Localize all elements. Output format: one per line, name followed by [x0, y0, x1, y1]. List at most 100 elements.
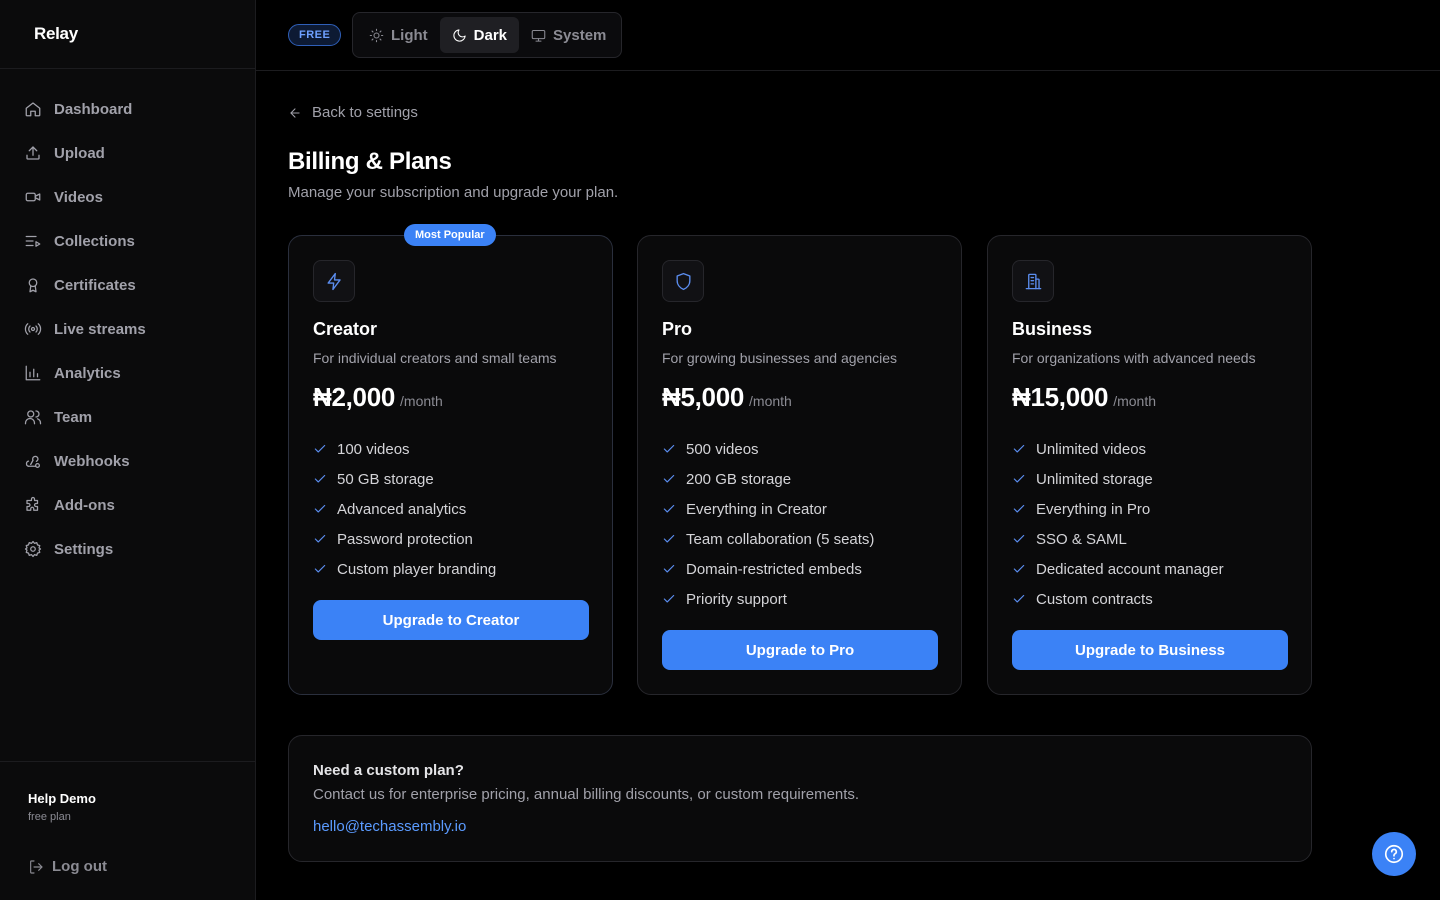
- feature-item: Everything in Pro: [1012, 494, 1224, 524]
- home-icon: [24, 100, 42, 118]
- feature-item: SSO & SAML: [1012, 524, 1224, 554]
- sidebar-item-label: Settings: [54, 540, 114, 558]
- sidebar-item-upload[interactable]: Upload: [0, 131, 255, 175]
- puzzle-icon: [24, 496, 42, 514]
- feature-label: 100 videos: [337, 440, 410, 458]
- check-icon: [314, 444, 326, 453]
- sidebar-item-label: Analytics: [54, 364, 121, 382]
- sidebar-item-collections[interactable]: Collections: [0, 219, 255, 263]
- price-value: ₦5,000: [662, 382, 745, 412]
- custom-plan-text: Contact us for enterprise pricing, annua…: [313, 786, 860, 803]
- logout-icon: [30, 859, 43, 874]
- sidebar-item-certificates[interactable]: Certificates: [0, 263, 255, 307]
- contact-email-link[interactable]: hello@techassembly.io: [313, 818, 466, 835]
- topbar: FREE Light Dark System: [256, 0, 1440, 71]
- feature-label: Advanced analytics: [337, 500, 467, 518]
- sidebar-item-label: Add-ons: [54, 496, 115, 514]
- feature-label: 200 GB storage: [686, 470, 792, 488]
- brand-logo[interactable]: Relay: [34, 24, 78, 44]
- feature-item: 50 GB storage: [313, 464, 496, 494]
- sidebar-item-label: Collections: [54, 232, 135, 250]
- plan-badge: FREE: [288, 24, 342, 46]
- sidebar-item-add-ons[interactable]: Add-ons: [0, 483, 255, 527]
- sidebar-item-settings[interactable]: Settings: [0, 527, 255, 571]
- upgrade-pro-button[interactable]: Upgrade to Pro: [662, 630, 938, 670]
- theme-dark-button[interactable]: Dark: [439, 17, 520, 53]
- sidebar-item-live-streams[interactable]: Live streams: [0, 307, 255, 351]
- feature-item: Priority support: [662, 584, 874, 614]
- feature-label: 500 videos: [686, 440, 759, 458]
- plan-name: Pro: [662, 319, 693, 339]
- feature-label: Dedicated account manager: [1036, 560, 1224, 578]
- upload-icon: [24, 144, 42, 162]
- feature-label: Unlimited storage: [1036, 470, 1153, 488]
- sidebar-item-webhooks[interactable]: Webhooks: [0, 439, 255, 483]
- plan-description: For individual creators and small teams: [313, 350, 557, 366]
- feature-item: 200 GB storage: [662, 464, 874, 494]
- plan-price: ₦15,000 /month: [1012, 382, 1156, 413]
- theme-dark-label: Dark: [473, 26, 508, 44]
- page-title: Billing & Plans: [288, 148, 452, 175]
- shield-icon: [662, 260, 704, 302]
- sidebar-item-analytics[interactable]: Analytics: [0, 351, 255, 395]
- help-button[interactable]: [1372, 832, 1416, 876]
- feature-label: Password protection: [337, 530, 473, 548]
- sidebar-item-label: Upload: [54, 144, 105, 162]
- check-icon: [663, 594, 675, 603]
- feature-label: Custom player branding: [337, 560, 497, 578]
- feature-item: Custom player branding: [313, 554, 496, 584]
- feature-item: Unlimited videos: [1012, 434, 1224, 464]
- award-icon: [24, 276, 42, 294]
- most-popular-badge: Most Popular: [404, 224, 496, 246]
- feature-list: 100 videos 50 GB storage Advanced analyt…: [313, 434, 496, 584]
- sidebar-item-team[interactable]: Team: [0, 395, 255, 439]
- feature-item: Password protection: [313, 524, 496, 554]
- feature-item: Custom contracts: [1012, 584, 1224, 614]
- feature-label: Domain-restricted embeds: [686, 560, 862, 578]
- help-icon: [1384, 844, 1404, 864]
- plan-description: For organizations with advanced needs: [1012, 350, 1256, 366]
- sidebar-item-label: Videos: [54, 188, 103, 206]
- sidebar-footer: Help Demo free plan Log out: [0, 761, 255, 875]
- upgrade-creator-button[interactable]: Upgrade to Creator: [313, 600, 589, 640]
- plan-name: Business: [1012, 319, 1093, 339]
- sidebar-item-dashboard[interactable]: Dashboard: [0, 87, 255, 131]
- check-icon: [663, 474, 675, 483]
- plan-name: Creator: [313, 319, 378, 339]
- sidebar-item-label: Dashboard: [54, 100, 133, 118]
- feature-item: Team collaboration (5 seats): [662, 524, 874, 554]
- moon-icon: [453, 28, 466, 42]
- plan-price: ₦2,000 /month: [313, 382, 443, 413]
- sidebar-item-videos[interactable]: Videos: [0, 175, 255, 219]
- sidebar-nav: Dashboard Upload Videos Collections Cert…: [0, 69, 255, 571]
- check-icon: [1013, 534, 1025, 543]
- sidebar-item-label: Live streams: [54, 320, 146, 338]
- logout-label: Log out: [52, 858, 107, 875]
- price-period: /month: [749, 393, 792, 409]
- feature-label: Unlimited videos: [1036, 440, 1147, 458]
- price-period: /month: [1113, 393, 1157, 409]
- price-value: ₦15,000: [1012, 382, 1109, 412]
- arrow-left-icon: [290, 107, 300, 118]
- theme-light-button[interactable]: Light: [357, 17, 440, 53]
- feature-label: SSO & SAML: [1036, 530, 1127, 548]
- brand[interactable]: Relay: [0, 0, 255, 69]
- check-icon: [1013, 564, 1025, 573]
- check-icon: [1013, 594, 1025, 603]
- upgrade-business-button[interactable]: Upgrade to Business: [1012, 630, 1288, 670]
- check-icon: [1013, 474, 1025, 483]
- plan-description: For growing businesses and agencies: [662, 350, 898, 366]
- check-icon: [314, 564, 326, 573]
- radio-icon: [24, 320, 42, 338]
- feature-label: Everything in Pro: [1036, 500, 1151, 518]
- sidebar: Relay Dashboard Upload Videos Collection…: [0, 0, 256, 900]
- feature-label: 50 GB storage: [337, 470, 434, 488]
- logout-button[interactable]: Log out: [28, 858, 107, 875]
- back-to-settings-link[interactable]: Back to settings: [288, 104, 418, 121]
- price-period: /month: [400, 393, 443, 409]
- user-plan: free plan: [28, 811, 71, 823]
- theme-system-button[interactable]: System: [519, 17, 618, 53]
- feature-list: Unlimited videos Unlimited storage Every…: [1012, 434, 1224, 614]
- theme-system-label: System: [553, 26, 607, 44]
- check-icon: [314, 504, 326, 513]
